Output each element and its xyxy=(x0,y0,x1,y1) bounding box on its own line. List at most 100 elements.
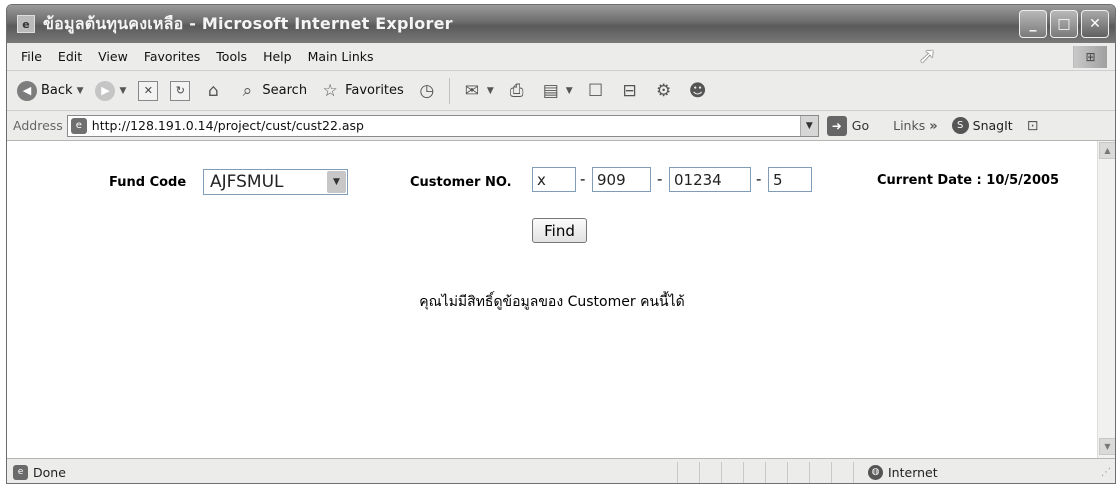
status-text: Done xyxy=(33,464,66,480)
customer-no-label: Customer NO. xyxy=(410,175,512,190)
menu-edit[interactable]: Edit xyxy=(50,49,90,64)
chevron-down-icon: ▼ xyxy=(486,85,494,96)
back-arrow-icon: ◀ xyxy=(17,80,37,101)
snagit-button[interactable]: S SnagIt xyxy=(951,117,1013,134)
dash-separator: - xyxy=(657,170,663,188)
menu-bar: File Edit View Favorites Tools Help Main… xyxy=(7,43,1115,71)
research-button[interactable]: ⊟ xyxy=(615,79,645,103)
window-controls: _ □ ✕ xyxy=(1019,10,1109,38)
globe-icon: ◍ xyxy=(868,464,883,480)
menu-favorites[interactable]: Favorites xyxy=(136,49,208,64)
customer-no-part-4[interactable]: 5 xyxy=(768,167,812,192)
fund-code-select[interactable]: AJFSMUL ▼ xyxy=(203,169,348,195)
mail-button[interactable]: ✉ ▼ xyxy=(457,79,498,103)
close-button[interactable]: ✕ xyxy=(1081,10,1109,38)
history-icon: ◷ xyxy=(419,80,435,101)
favorites-button[interactable]: ☆ Favorites xyxy=(315,79,408,103)
permission-message: คุณไม่มีสิทธิ์ดูข้อมูลของ Customer คนนี้… xyxy=(419,294,685,310)
address-bar: Address e http://128.191.0.14/project/cu… xyxy=(7,111,1115,141)
chevron-down-icon: ▼ xyxy=(119,85,127,96)
mail-icon: ✉ xyxy=(464,80,479,101)
zone-text: Internet xyxy=(888,464,938,480)
ie-page-icon: e xyxy=(17,15,35,33)
go-label: Go xyxy=(851,118,870,133)
minimize-button[interactable]: _ xyxy=(1019,10,1047,38)
dash-separator: - xyxy=(580,170,586,188)
fund-code-value[interactable]: AJFSMUL xyxy=(204,172,327,192)
contacts-icon: ☻ xyxy=(688,80,707,101)
vertical-scrollbar[interactable]: ▲ ▼ xyxy=(1097,141,1115,458)
refresh-icon: ↻ xyxy=(170,80,191,101)
ie-page-icon: e xyxy=(70,117,87,134)
edit-button[interactable]: ▤ ▼ xyxy=(536,79,577,103)
status-text-area: e Done xyxy=(7,464,677,480)
resize-grip-icon[interactable]: ⋰ xyxy=(1101,467,1111,478)
status-panel xyxy=(721,461,743,483)
messenger-button[interactable]: ⚙ xyxy=(649,79,679,103)
maximize-button[interactable]: □ xyxy=(1050,10,1078,38)
customer-no-part-2[interactable]: 909 xyxy=(592,167,651,192)
discuss-button[interactable]: ☐ xyxy=(581,79,611,103)
menu-help[interactable]: Help xyxy=(255,49,300,64)
stop-icon: ✕ xyxy=(138,80,159,101)
favorites-label: Favorites xyxy=(345,83,404,98)
page-content: Fund Code AJFSMUL ▼ Customer NO. x - 909… xyxy=(7,141,1097,458)
search-label: Search xyxy=(262,83,308,98)
menu-view[interactable]: View xyxy=(90,49,136,64)
go-arrow-icon: ➜ xyxy=(826,115,847,136)
home-icon: ⌂ xyxy=(208,80,219,101)
back-label: Back xyxy=(41,83,73,98)
address-url[interactable]: http://128.191.0.14/project/cust/cust22.… xyxy=(92,118,800,133)
home-button[interactable]: ⌂ xyxy=(198,79,228,103)
chevron-down-icon[interactable]: ▼ xyxy=(327,171,346,193)
star-icon: ☆ xyxy=(322,80,338,101)
current-date: Current Date : 10/5/2005 xyxy=(877,173,1060,188)
messenger-icon: ⚙ xyxy=(656,80,672,101)
windows-logo-icon: ⊞ xyxy=(1073,46,1107,68)
status-panel xyxy=(809,461,831,483)
forward-button[interactable]: ▶ ▼ xyxy=(91,79,130,103)
menu-file[interactable]: File xyxy=(13,49,50,64)
status-panel xyxy=(677,461,699,483)
scroll-up-icon[interactable]: ▲ xyxy=(1099,142,1115,159)
status-bar: e Done ◍ Internet ⋰ xyxy=(7,458,1115,483)
scroll-down-icon[interactable]: ▼ xyxy=(1099,438,1115,455)
snagit-icon: S xyxy=(951,117,969,134)
fund-code-label: Fund Code xyxy=(109,175,187,190)
print-button[interactable]: ⎙ xyxy=(502,79,532,103)
forward-arrow-icon: ▶ xyxy=(95,80,116,101)
chevron-down-icon[interactable]: ▼ xyxy=(799,115,818,136)
contacts-button[interactable]: ☻ xyxy=(683,79,713,103)
chevron-down-icon: ▼ xyxy=(565,85,573,96)
mouse-pointer-icon: ➚ xyxy=(918,44,937,69)
chevron-right-icon: » xyxy=(929,118,938,134)
address-input[interactable]: e http://128.191.0.14/project/cust/cust2… xyxy=(66,114,819,137)
search-button[interactable]: ⌕ Search xyxy=(232,79,311,103)
history-button[interactable]: ◷ xyxy=(412,79,442,103)
stop-button[interactable]: ✕ xyxy=(134,79,162,103)
browser-window: e ข้อมูลต้นทุนคงเหลือ - Microsoft Intern… xyxy=(6,4,1116,484)
find-button[interactable]: Find xyxy=(532,218,587,243)
discuss-icon: ☐ xyxy=(588,80,604,101)
search-icon: ⌕ xyxy=(242,80,253,101)
customer-no-part-1[interactable]: x xyxy=(532,167,576,192)
address-label: Address xyxy=(13,118,63,133)
standard-toolbar: ◀ Back ▼ ▶ ▼ ✕ ↻ ⌂ ⌕ Search ☆ Favorites … xyxy=(7,71,1115,111)
go-button[interactable]: ➜ Go xyxy=(826,115,870,136)
print-icon: ⎙ xyxy=(509,80,524,101)
refresh-button[interactable]: ↻ xyxy=(166,79,194,103)
menu-tools[interactable]: Tools xyxy=(208,49,255,64)
security-zone: ◍ Internet xyxy=(853,461,1073,483)
snagit-label: SnagIt xyxy=(972,118,1013,133)
links-button[interactable]: Links» xyxy=(893,118,938,134)
customer-no-part-3[interactable]: 01234 xyxy=(669,167,751,192)
edit-page-icon: ▤ xyxy=(542,80,559,101)
title-bar: e ข้อมูลต้นทุนคงเหลือ - Microsoft Intern… xyxy=(7,5,1115,43)
research-icon: ⊟ xyxy=(622,80,637,101)
status-panel xyxy=(699,461,721,483)
snagit-capture-icon[interactable]: ⊡ xyxy=(1027,118,1039,134)
back-button[interactable]: ◀ Back ▼ xyxy=(13,79,87,103)
status-panel xyxy=(831,461,853,483)
menu-main-links[interactable]: Main Links xyxy=(300,49,382,64)
toolbar-separator xyxy=(448,77,450,104)
